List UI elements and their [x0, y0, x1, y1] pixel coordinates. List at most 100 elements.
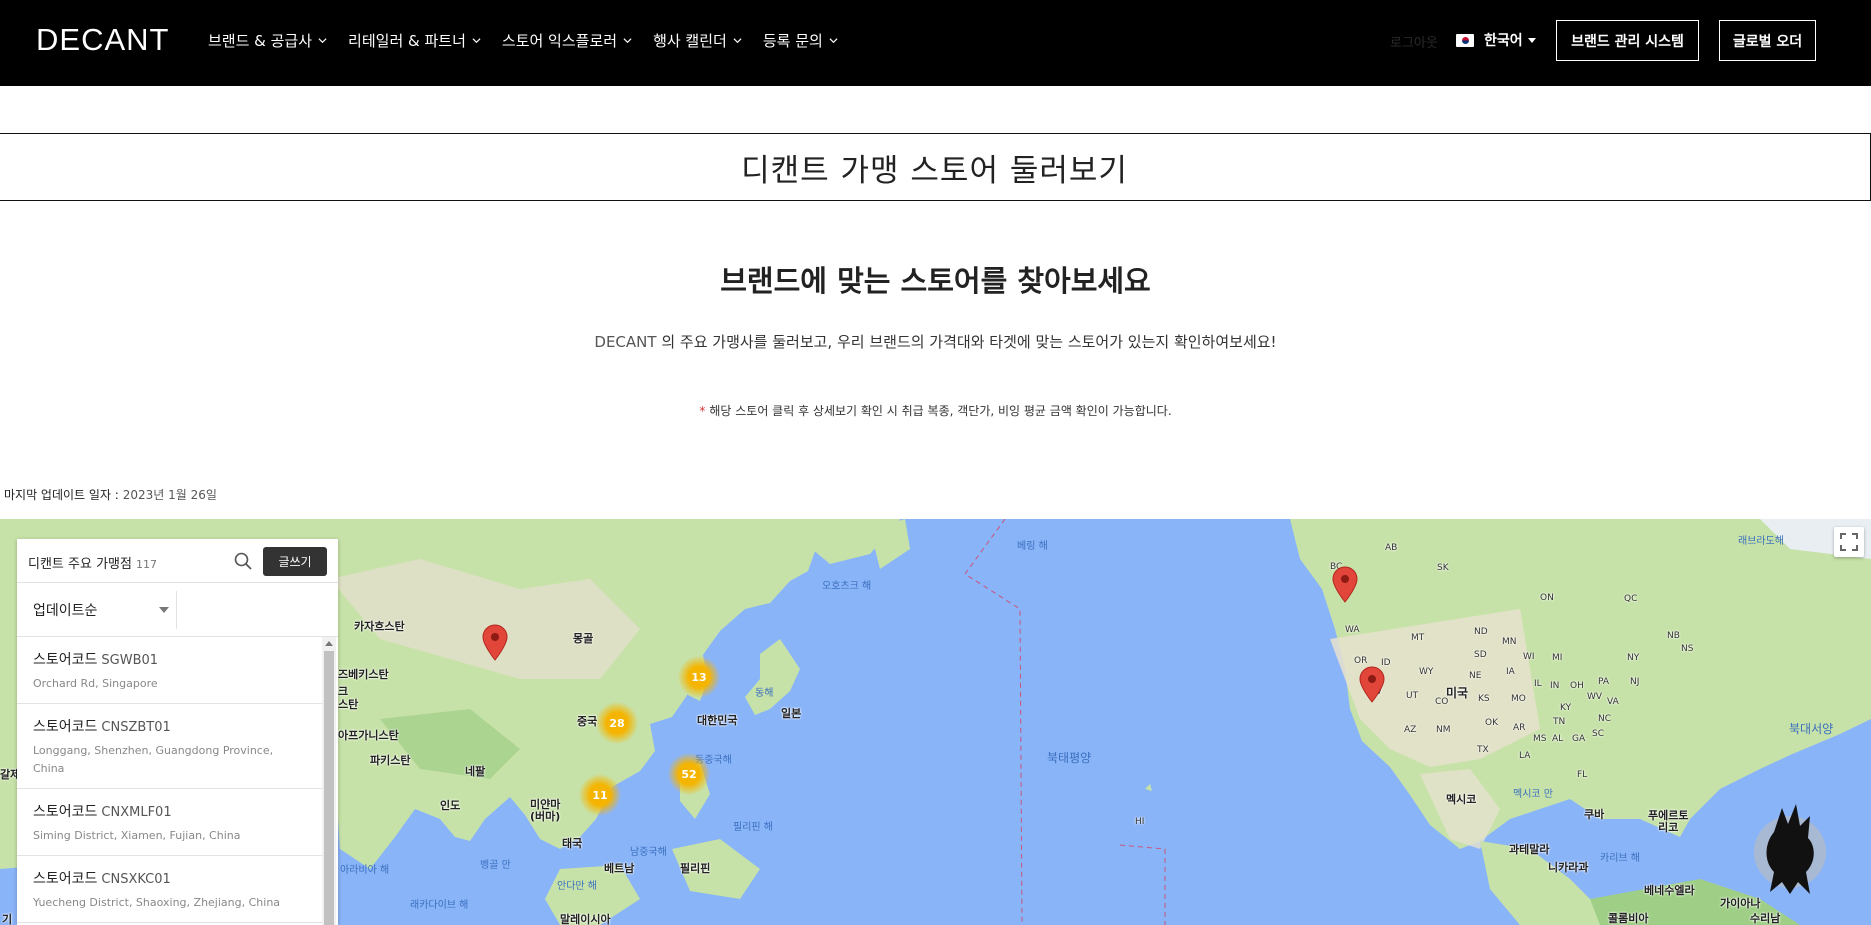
map-label-nicaragua: 니카라과 [1548, 861, 1589, 874]
korea-flag-icon [1456, 33, 1474, 47]
nav-event-calendar[interactable]: 행사 캘린더 [653, 30, 742, 51]
chevron-down-icon [829, 38, 838, 44]
map-label-malaysia: 말레이시아 [560, 913, 611, 925]
map-label-co: CO [1435, 697, 1449, 707]
map-label-mn: MN [1502, 637, 1517, 647]
store-address: Siming District, Xiamen, Fujian, China [33, 829, 241, 842]
map-label-hi: HI [1135, 817, 1145, 827]
divider [176, 591, 177, 629]
nav-registration-inquiry[interactable]: 등록 문의 [763, 30, 838, 51]
logout-link[interactable]: 로그아웃 [1390, 32, 1438, 51]
fullscreen-button[interactable] [1834, 527, 1864, 557]
store-code-value: CNSZBT01 [101, 720, 171, 735]
language-selector[interactable]: 한국어 [1456, 30, 1536, 50]
nav-label: 리테일러 & 파트너 [348, 32, 466, 50]
map-pin-icon[interactable] [1358, 665, 1386, 703]
map-label-bengal-bay: 벵골 만 [480, 860, 511, 871]
mascot-character-icon[interactable] [1752, 802, 1828, 896]
map-label-gi: 기 [2, 913, 13, 925]
sort-dropdown[interactable]: 업데이트순 [33, 583, 179, 637]
store-code-value: CNXMLF01 [101, 805, 172, 820]
language-label: 한국어 [1484, 33, 1523, 49]
map-label-venezuela: 베네수엘라 [1644, 884, 1695, 897]
nav-brands-suppliers[interactable]: 브랜드 & 공급사 [208, 30, 327, 51]
nav-label: 등록 문의 [762, 32, 823, 50]
map-label-vietnam: 베트남 [604, 862, 635, 875]
map-label-qc: QC [1624, 594, 1638, 604]
nav-retailers-partners[interactable]: 리테일러 & 파트너 [348, 30, 481, 51]
store-list-item[interactable]: 스토어코드 CNSZBT01 Longgang, Shenzhen, Guangd… [17, 704, 322, 789]
map-label-mi: MI [1552, 653, 1563, 663]
map-pin-icon[interactable] [481, 623, 509, 661]
map-label-va: VA [1607, 697, 1619, 707]
map-label-il: IL [1534, 679, 1542, 689]
brand-system-button[interactable]: 브랜드 관리 시스템 [1556, 20, 1699, 61]
map-label-ut: UT [1406, 691, 1419, 701]
scroll-up-icon [325, 641, 333, 646]
store-address: Longgang, Shenzhen, Guangdong Province, … [33, 744, 274, 775]
map-label-thailand: 태국 [562, 837, 583, 850]
chevron-down-icon [733, 38, 742, 44]
map-label-wy: WY [1419, 667, 1434, 677]
store-list-panel: 디캔트 주요 가맹점 117 글쓰기 업데이트순 스토어코드 SGWB01 Orch… [17, 539, 338, 925]
map-label-oh: OH [1570, 681, 1584, 691]
map-label-nc: NC [1598, 714, 1612, 724]
map-label-andaman-sea: 안다만 해 [557, 881, 597, 892]
note-asterisk: * [699, 404, 706, 418]
map-label-south-china-sea: 남중국해 [630, 847, 667, 858]
updated-label: 마지막 업데이트 일자 : [4, 488, 119, 502]
map-cluster[interactable]: 28 [596, 702, 638, 744]
search-icon[interactable] [233, 551, 253, 571]
map-label-arabian-sea: 아라비아 해 [340, 865, 390, 876]
map-label-mexico: 멕시코 [1446, 793, 1477, 806]
store-list-item[interactable]: 스토어코드 CNSXKC01 Yuecheng District, Shaoxin… [17, 856, 322, 923]
nav-label: 브랜드 & 공급사 [208, 32, 313, 50]
map-label-tx: TX [1477, 745, 1489, 755]
map-label-nj: NJ [1630, 677, 1640, 687]
write-button[interactable]: 글쓰기 [263, 547, 327, 576]
map-pin-icon[interactable] [1331, 565, 1359, 603]
map-label-ia: IA [1506, 667, 1515, 677]
map-label-sd: SD [1474, 650, 1487, 660]
map-label-wv: WV [1587, 692, 1603, 702]
map-label-on: ON [1540, 593, 1554, 603]
map-label-mo: MO [1511, 694, 1526, 704]
store-code-label: 스토어코드 [33, 871, 98, 887]
store-code: 스토어코드 CNSZBT01 [33, 716, 306, 736]
map-label-ms: MS [1533, 734, 1547, 744]
map-label-la: LA [1519, 751, 1531, 761]
map-label-ab: AB [1385, 543, 1398, 553]
store-list-item[interactable]: 스토어코드 CNXMLF01 Siming District, Xiamen, F… [17, 789, 322, 856]
map-label-japan: 일본 [781, 707, 802, 720]
map-label-philippine-sea: 필리핀 해 [733, 822, 773, 833]
nav-store-explorer[interactable]: 스토어 익스플로러 [502, 30, 632, 51]
store-code-label: 스토어코드 [33, 652, 98, 668]
map-label-nepal: 네팔 [465, 765, 486, 778]
fullscreen-icon [1840, 533, 1858, 551]
section-heading: 브랜드에 맞는 스토어를 찾아보세요 [720, 264, 1151, 298]
map-label-nm: NM [1436, 725, 1451, 735]
chevron-down-icon [318, 38, 327, 44]
map-label-ne: NE [1469, 671, 1482, 681]
map-label-bering-sea: 베링 해 [1017, 541, 1048, 552]
map-label-pa: PA [1598, 677, 1610, 687]
map-label-pakistan: 파키스탄 [370, 754, 411, 767]
map-label-east-sea: 동해 [755, 688, 774, 699]
scrollbar-thumb[interactable] [324, 651, 334, 925]
map-cluster[interactable]: 13 [678, 656, 720, 698]
store-code: 스토어코드 CNXMLF01 [33, 801, 306, 821]
map-label-uzbekistan: 즈베키스탄 [338, 668, 389, 681]
map-label-laccadive-sea: 래카다이브 해 [410, 900, 469, 911]
logo[interactable]: DECANT [36, 22, 169, 58]
store-list-scrollbar[interactable] [322, 637, 336, 925]
map-label-al: AL [1552, 734, 1564, 744]
global-order-button[interactable]: 글로벌 오더 [1719, 20, 1816, 61]
nav-label: 스토어 익스플로러 [501, 32, 618, 50]
map-cluster[interactable]: 52 [668, 753, 710, 795]
store-list-item[interactable]: 스토어코드 SGWB01 Orchard Rd, Singapore [17, 637, 322, 704]
map-label-north-atlantic: 북대서양 [1789, 722, 1834, 736]
intro-body: 의 주요 가맹사를 둘러보고, 우리 브랜드의 가격대와 타겟에 맞는 스토어가… [656, 333, 1277, 351]
map-label-caribbean-sea: 카리브 해 [1600, 853, 1640, 864]
store-address: Yuecheng District, Shaoxing, Zhejiang, C… [33, 896, 281, 909]
map-cluster[interactable]: 11 [579, 774, 621, 816]
